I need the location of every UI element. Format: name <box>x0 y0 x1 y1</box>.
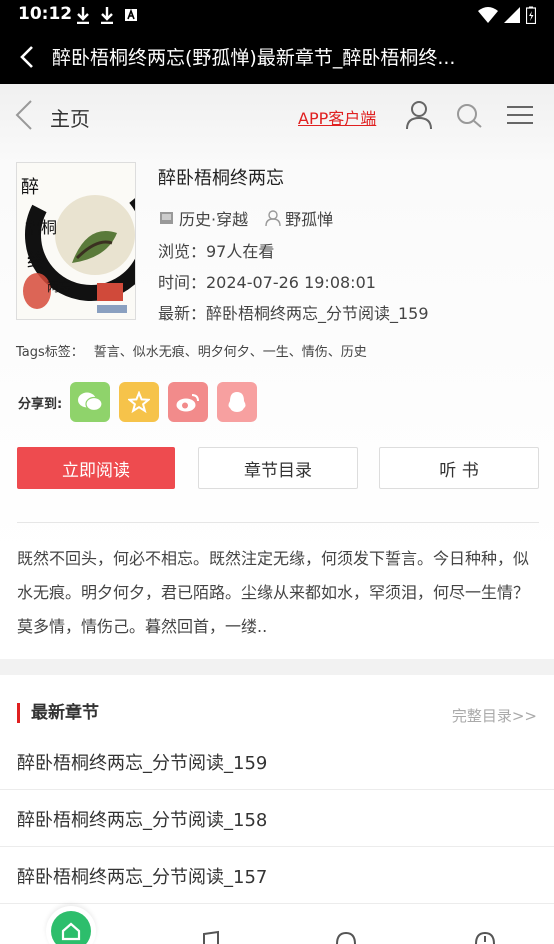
book-title[interactable]: 醉卧梧桐终两忘 <box>158 164 284 190</box>
cover-text-2: 梧桐 <box>25 218 57 237</box>
section-gap <box>0 659 554 675</box>
read-now-button[interactable]: 立即阅读 <box>17 447 175 489</box>
divider <box>17 522 539 523</box>
book-latest-chapter[interactable]: 最新：醉卧梧桐终两忘_分节阅读_159 <box>158 300 429 324</box>
book-views: 浏览：97人在看 <box>158 242 275 261</box>
chapter-list-item[interactable]: 醉卧梧桐终两忘_分节阅读_159 <box>0 733 554 790</box>
author-icon <box>265 210 281 226</box>
chapter-title: 醉卧梧桐终两忘_分节阅读_157 <box>17 867 268 888</box>
weibo-share-button[interactable] <box>168 382 209 422</box>
nav-home-button[interactable] <box>46 906 96 944</box>
book-meta-category-author: 历史·穿越 野孤惮 <box>158 206 333 230</box>
status-notification-icons <box>76 6 138 24</box>
app-bar: 醉卧梧桐终两忘(野孤惮)最新章节_醉卧梧桐终... <box>0 30 554 84</box>
history-icon[interactable] <box>472 930 498 944</box>
bookshelf-icon[interactable] <box>198 930 224 944</box>
home-icon <box>51 911 91 944</box>
home-link[interactable]: 主页 <box>50 103 90 132</box>
book-category[interactable]: 历史·穿越 <box>179 206 248 230</box>
status-system-icons <box>478 6 536 24</box>
battery-icon <box>526 6 536 24</box>
menu-icon[interactable] <box>506 105 534 125</box>
full-toc-link[interactable]: 完整目录>> <box>452 705 537 726</box>
share-label: 分享到: <box>18 396 63 412</box>
book-intro: 既然不回头，何必不相忘。既然注定无缘，何须发下誓言。今日种种，似水无痕。明夕何夕… <box>17 549 530 636</box>
book-cover-art: 醉 梧桐 终 两忘 <box>17 163 135 319</box>
page-content: 主页 APP客户端 醉 梧桐 终 两忘 醉卧梧桐终两忘 历史·穿越 野孤惮 浏览… <box>0 84 554 944</box>
listen-button[interactable]: 听 书 <box>379 447 539 489</box>
book-cover[interactable]: 醉 梧桐 终 两忘 <box>16 162 136 320</box>
share-bar: 分享到: <box>18 382 266 422</box>
cover-text-4: 两忘 <box>47 279 71 294</box>
search-icon[interactable] <box>455 102 483 130</box>
download-icon <box>101 7 113 24</box>
book-tags: Tags标签： 誓言、似水无痕、明夕何夕、一生、情伤、历史 <box>16 341 367 360</box>
table-of-contents-button[interactable]: 章节目录 <box>198 447 358 489</box>
chapter-title: 醉卧梧桐终两忘_分节阅读_158 <box>17 810 268 831</box>
status-time: 10:12 <box>18 4 73 24</box>
book-icon <box>160 212 173 224</box>
download-icon <box>77 7 89 24</box>
user-icon[interactable] <box>405 100 433 130</box>
weibo-icon <box>176 394 200 412</box>
qq-share-button[interactable] <box>217 382 258 422</box>
app-client-link[interactable]: APP客户端 <box>298 105 376 129</box>
wechat-share-button[interactable] <box>70 382 111 422</box>
chapter-title: 醉卧梧桐终两忘_分节阅读_159 <box>17 753 268 774</box>
qq-icon <box>228 392 246 412</box>
font-a-icon <box>125 8 137 21</box>
site-header: 主页 APP客户端 <box>0 84 554 146</box>
bottom-navigation <box>0 906 554 944</box>
cover-text-1: 醉 <box>21 177 39 198</box>
status-bar: 10:12 <box>0 0 554 30</box>
latest-chapters-heading: 最新章节 <box>17 703 99 723</box>
signal-icon <box>504 7 520 23</box>
wifi-icon <box>478 7 498 23</box>
audiobook-icon[interactable] <box>333 930 359 944</box>
tags-label: Tags标签： <box>16 345 84 360</box>
wechat-icon <box>78 392 103 412</box>
cover-text-3: 终 <box>27 251 45 272</box>
app-bar-title: 醉卧梧桐终两忘(野孤惮)最新章节_醉卧梧桐终... <box>52 47 456 69</box>
tags-list[interactable]: 誓言、似水无痕、明夕何夕、一生、情伤、历史 <box>94 345 367 360</box>
chapter-list-item[interactable]: 醉卧梧桐终两忘_分节阅读_157 <box>0 847 554 904</box>
book-update-time: 时间：2024-07-26 19:08:01 <box>158 273 376 292</box>
chapter-list-item[interactable]: 醉卧梧桐终两忘_分节阅读_158 <box>0 790 554 847</box>
favorite-share-button[interactable] <box>119 382 160 422</box>
latest-chapters-section: 最新章节 完整目录>> 醉卧梧桐终两忘_分节阅读_159 醉卧梧桐终两忘_分节阅… <box>0 675 554 944</box>
book-author[interactable]: 野孤惮 <box>285 206 333 230</box>
back-arrow-icon[interactable] <box>14 43 40 71</box>
star-icon <box>128 391 151 413</box>
back-chevron-icon[interactable] <box>12 98 36 132</box>
